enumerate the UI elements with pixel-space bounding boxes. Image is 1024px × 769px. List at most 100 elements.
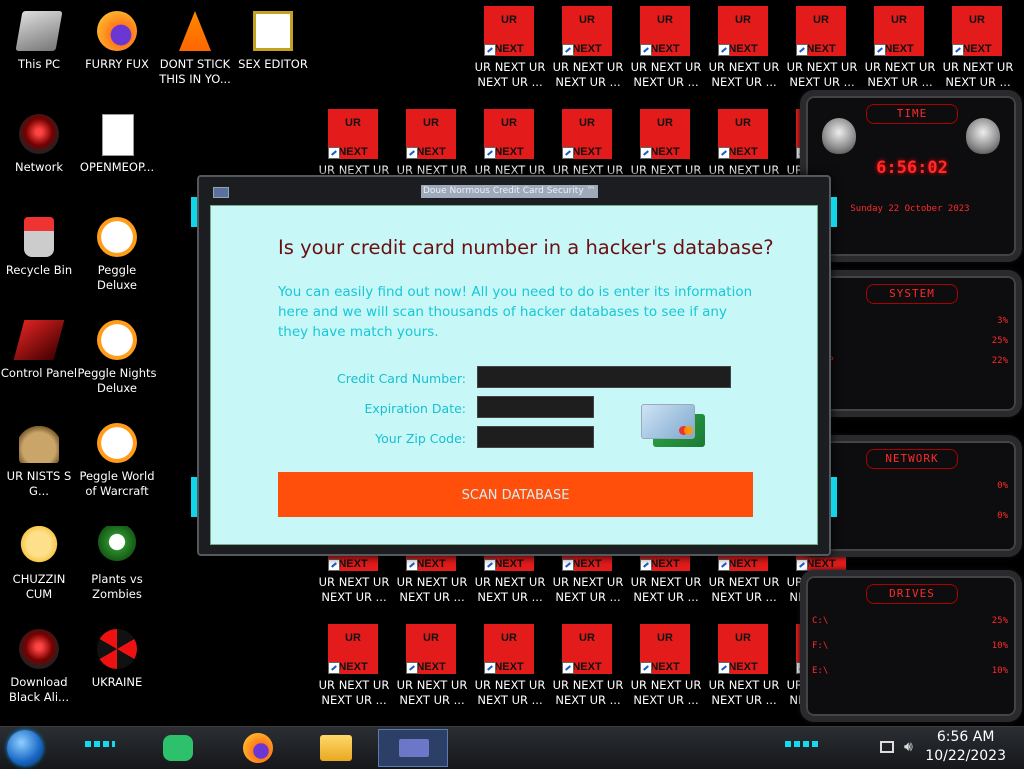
ur-text: UR (657, 632, 673, 644)
cartoon-girl-icon (19, 526, 59, 566)
ur-next-icon[interactable]: URNEXT UR NEXT UR NEXT UR ... (705, 623, 783, 723)
system-title: SYSTEM (866, 284, 958, 304)
alien-head-icon (966, 118, 1000, 154)
shortcut-arrow-icon (718, 44, 730, 56)
desktop-icon[interactable]: SEX EDITOR (234, 5, 312, 105)
ur-next-icon[interactable]: URNEXT UR NEXT UR NEXT UR ... (471, 5, 549, 105)
desktop-icon[interactable]: UR NISTS S G... (0, 417, 78, 517)
icon-label: Peggle Nights Deluxe (77, 366, 157, 395)
shortcut-arrow-icon (640, 147, 652, 159)
ur-text: UR (501, 14, 517, 26)
ur-next-icon-image: URNEXT (406, 109, 456, 159)
credit-card-app-icon[interactable] (378, 729, 448, 767)
alien-head-icon (19, 114, 59, 154)
clock-date: 10/22/2023 (925, 748, 1006, 764)
credit-card-security-window[interactable]: Doue Normous Credit Card Security ™ Is y… (191, 175, 837, 556)
icon-label: UR NISTS S G... (6, 469, 72, 498)
shortcut-arrow-icon (562, 44, 574, 56)
shortcut-arrow-icon (718, 147, 730, 159)
drive-stat-value: 10% (991, 641, 1008, 651)
system-panel: SYSTEM CPU3%RAM25%SWAP22% (800, 270, 1022, 417)
firefox-icon[interactable] (243, 733, 273, 763)
start-orb-icon[interactable] (7, 730, 43, 766)
desktop-icon[interactable]: Download Black Ali... (0, 623, 78, 723)
desktop-icon[interactable]: UKRAINE (78, 623, 156, 723)
shortcut-arrow-icon (718, 662, 730, 674)
icon-label: UR NEXT UR NEXT UR ... (552, 678, 624, 707)
ur-next-icon[interactable]: URNEXT UR NEXT UR NEXT UR ... (705, 5, 783, 105)
shortcut-arrow-icon (406, 559, 418, 571)
ur-next-icon-image: URNEXT (874, 6, 924, 56)
desktop-icon[interactable]: This PC (0, 5, 78, 105)
widget-time: 6:56:02 (876, 158, 948, 178)
card-number-input[interactable] (477, 366, 731, 388)
recycle-bin-icon (24, 217, 54, 257)
expiration-date-input[interactable] (477, 396, 594, 418)
ur-next-icon-image: URNEXT (796, 6, 846, 56)
shortcut-arrow-icon (952, 44, 964, 56)
taskbar-clock[interactable]: 6:56 AM 10/22/2023 (925, 728, 1006, 766)
ur-next-icon[interactable]: URNEXT UR NEXT UR NEXT UR ... (471, 623, 549, 723)
icon-label: FURRY FUX (85, 57, 149, 71)
volume-tray-icon[interactable]: 🔊︎ (904, 739, 913, 755)
desktop-icon[interactable]: Recycle Bin (0, 211, 78, 311)
ur-next-icon[interactable]: URNEXT UR NEXT UR NEXT UR ... (627, 623, 705, 723)
desktop-icon[interactable]: CHUZZIN CUM (0, 520, 78, 620)
ur-text: UR (891, 14, 907, 26)
ur-text: UR (813, 14, 829, 26)
document-icon (102, 114, 134, 156)
desktop-icon[interactable]: Network (0, 108, 78, 208)
plants-icon (97, 526, 137, 566)
icon-label: UR NEXT UR NEXT UR ... (864, 60, 936, 89)
drive-stat-value: 25% (991, 616, 1008, 626)
ur-text: UR (579, 632, 595, 644)
taskbar: 🔊︎ 6:56 AM 10/22/2023 (0, 726, 1024, 769)
ur-next-icon-image: URNEXT (952, 6, 1002, 56)
drive-stat-label: C:\ (812, 616, 829, 626)
ur-next-icon[interactable]: URNEXT UR NEXT UR NEXT UR ... (549, 623, 627, 723)
desktop-icon[interactable]: DONT STICK THIS IN YO... (156, 5, 234, 105)
shortcut-arrow-icon (484, 559, 496, 571)
ur-next-icon[interactable]: URNEXT UR NEXT UR NEXT UR ... (315, 623, 393, 723)
ur-next-icon[interactable]: URNEXT UR NEXT UR NEXT UR ... (393, 623, 471, 723)
desktop-icon[interactable]: Peggle Deluxe (78, 211, 156, 311)
ur-text: UR (345, 632, 361, 644)
ur-next-icon[interactable]: URNEXT UR NEXT UR NEXT UR ... (549, 5, 627, 105)
peggle-icon (97, 423, 137, 463)
radiation-icon (97, 629, 137, 669)
desktop-icon[interactable]: Plants vs Zombies (78, 520, 156, 620)
zip-code-label: Your Zip Code: (375, 431, 466, 446)
ur-next-icon-image: URNEXT (484, 6, 534, 56)
card-number-label: Credit Card Number: (337, 371, 466, 386)
ur-text: UR (657, 117, 673, 129)
desktop-icon[interactable]: OPENMEOP... (78, 108, 156, 208)
notes-icon[interactable] (163, 735, 193, 761)
desktop-icon[interactable]: Control Panel (0, 314, 78, 414)
ur-next-icon-image: URNEXT (562, 6, 612, 56)
ur-next-icon-image: URNEXT (718, 109, 768, 159)
shortcut-arrow-icon (406, 662, 418, 674)
icon-label: UR NEXT UR NEXT UR ... (474, 60, 546, 89)
window-titlebar[interactable]: Doue Normous Credit Card Security ™ (199, 177, 829, 203)
desktop-icon[interactable]: FURRY FUX (78, 5, 156, 105)
hxd-icon (253, 11, 293, 51)
network-stat-value: 0% (997, 511, 1008, 521)
network-tray-icon[interactable] (880, 741, 894, 753)
shortcut-arrow-icon (328, 559, 340, 571)
file-explorer-icon[interactable] (320, 735, 352, 761)
expiration-date-label: Expiration Date: (364, 401, 466, 416)
desktop-icon[interactable]: Peggle World of Warcraft (78, 417, 156, 517)
alien-head-icon (19, 629, 59, 669)
icon-label: UR NEXT UR NEXT UR ... (786, 60, 858, 89)
frame-accent (831, 477, 837, 517)
icon-label: UKRAINE (91, 675, 143, 689)
ur-next-icon[interactable]: URNEXT UR NEXT UR NEXT UR ... (627, 5, 705, 105)
shortcut-arrow-icon (640, 662, 652, 674)
ur-next-icon-image: URNEXT (640, 109, 690, 159)
shortcut-arrow-icon (562, 662, 574, 674)
ur-next-icon-image: URNEXT (640, 624, 690, 674)
zip-code-input[interactable] (477, 426, 594, 448)
scan-database-button[interactable]: SCAN DATABASE (278, 472, 753, 517)
shortcut-arrow-icon (484, 662, 496, 674)
desktop-icon[interactable]: Peggle Nights Deluxe (77, 314, 157, 414)
